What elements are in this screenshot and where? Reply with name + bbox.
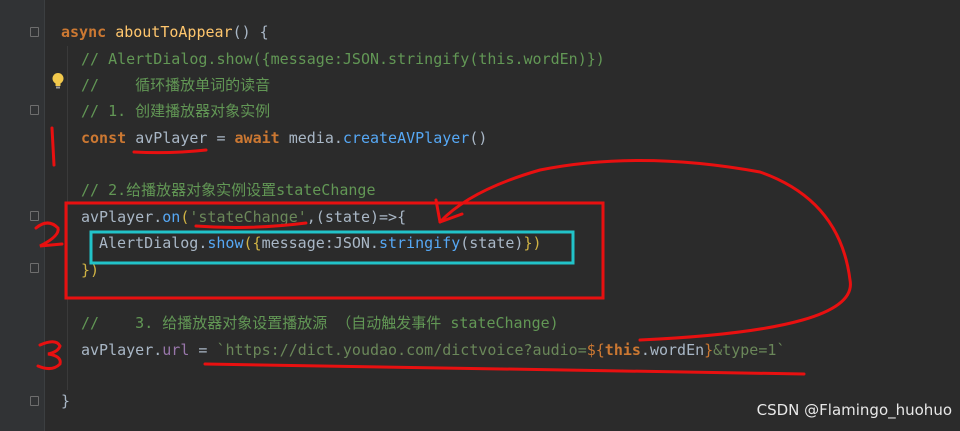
watermark: CSDN @Flamingo_huohuo bbox=[756, 401, 952, 419]
annotation-overlay bbox=[34, 126, 852, 376]
